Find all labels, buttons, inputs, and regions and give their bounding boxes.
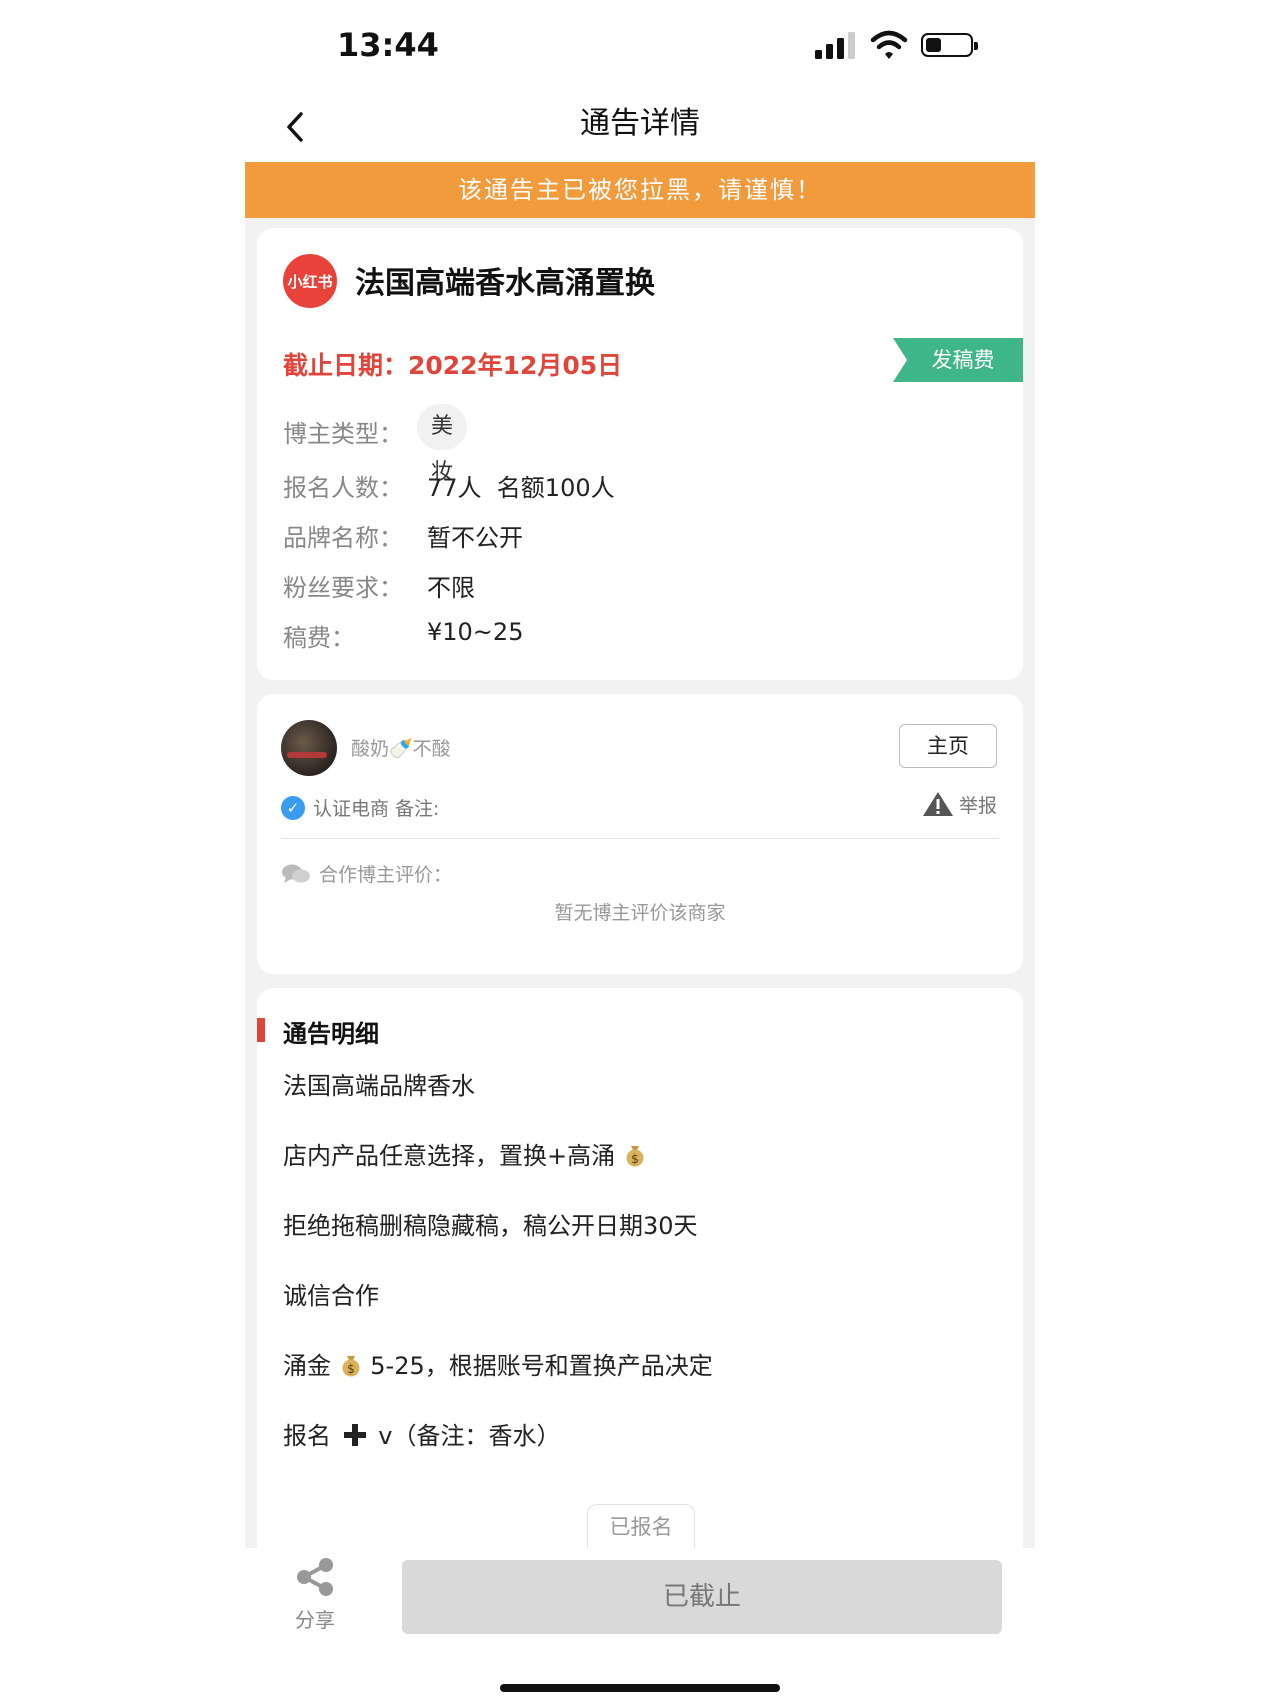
blacklist-warning-banner: 该通告主已被您拉黑，请谨慎！ xyxy=(245,162,1035,218)
section-accent-bar xyxy=(257,1018,265,1042)
detail-line-3: 拒绝拖稿删稿隐藏稿，稿公开日期30天 xyxy=(283,1212,698,1240)
brand-label: 品牌名称： xyxy=(283,524,403,552)
svg-text:$: $ xyxy=(347,1362,355,1376)
warning-triangle-icon xyxy=(922,792,953,816)
signal-icon xyxy=(815,32,855,59)
signup-count-value: 77人 名额100人 xyxy=(427,474,615,502)
signup-count-label: 报名人数： xyxy=(283,474,403,502)
share-icon xyxy=(297,1558,333,1596)
status-bar: 13:44 xyxy=(245,0,1035,92)
blogger-review-label: 合作博主评价： xyxy=(319,864,453,886)
chat-bubbles-icon xyxy=(282,864,310,883)
plus-icon xyxy=(343,1424,366,1446)
detail-line-6: 报名 v（备注：香水） xyxy=(283,1422,561,1450)
fans-requirement-value: 不限 xyxy=(427,574,475,602)
share-button[interactable]: 分享 xyxy=(285,1556,345,1633)
blogger-review-header: 合作博主评价： xyxy=(281,860,452,887)
fans-requirement-label: 粉丝要求： xyxy=(283,574,403,602)
brand-value: 暂不公开 xyxy=(427,524,523,552)
report-button[interactable]: 举报 xyxy=(921,790,997,818)
merchant-card: 酸奶🍼不酸 主页 ✓ 认证电商 备注: 举报 合作博主评价： 暂无博主评价该商家 xyxy=(257,694,1023,974)
blogger-type-label: 博主类型： xyxy=(283,420,403,448)
battery-icon xyxy=(921,33,978,57)
verified-text: 认证电商 备注: xyxy=(313,798,440,820)
report-label: 举报 xyxy=(958,794,997,817)
merchant-name: 酸奶🍼不酸 xyxy=(351,738,451,760)
back-chevron-icon xyxy=(287,112,303,142)
nav-bar: 通告详情 xyxy=(245,92,1035,162)
phone-screen: 13:44 通告详情 该通告主已被您拉黑，请谨慎！ 小红书 法国高端香水高涌置换… xyxy=(245,0,1035,1706)
share-label: 分享 xyxy=(295,1608,335,1632)
announcement-title: 法国高端香水高涌置换 xyxy=(355,266,655,301)
money-bag-icon: $ xyxy=(342,1356,360,1377)
svg-text:$: $ xyxy=(631,1152,639,1166)
fee-value: ¥10~25 xyxy=(427,618,524,646)
no-review-text: 暂无博主评价该商家 xyxy=(554,902,726,924)
blogger-type-tag: 美妆 xyxy=(417,404,468,485)
detail-line-2: 店内产品任意选择，置换+高涌 $ xyxy=(283,1136,647,1171)
verified-check-icon: ✓ xyxy=(281,795,305,820)
merchant-home-button[interactable]: 主页 xyxy=(899,724,997,768)
fee-ribbon-badge: 发稿费 xyxy=(893,338,1023,382)
closed-button[interactable]: 已截止 xyxy=(402,1560,1002,1634)
platform-logo: 小红书 xyxy=(283,254,337,308)
deadline-text: 截止日期：2022年12月05日 xyxy=(283,351,623,380)
home-indicator xyxy=(500,1684,780,1692)
status-time: 13:44 xyxy=(337,26,439,64)
bottom-action-bar: 分享 已截止 xyxy=(245,1548,1035,1706)
details-heading: 通告明细 xyxy=(283,1020,379,1048)
signed-up-tab[interactable]: 已报名 xyxy=(587,1504,695,1548)
wifi-icon xyxy=(870,30,908,59)
merchant-avatar[interactable] xyxy=(281,720,337,776)
page-title: 通告详情 xyxy=(580,106,700,141)
detail-line-1: 法国高端品牌香水 xyxy=(283,1072,475,1100)
back-button[interactable] xyxy=(275,102,315,152)
verified-merchant-row: ✓ 认证电商 备注: xyxy=(281,794,439,821)
details-card: 通告明细 法国高端品牌香水 店内产品任意选择，置换+高涌 $ 拒绝拖稿删稿隐藏稿… xyxy=(257,988,1023,1548)
fee-label: 稿费： xyxy=(283,624,355,652)
divider xyxy=(281,838,999,839)
detail-line-4: 诚信合作 xyxy=(283,1282,379,1310)
money-bag-icon: $ xyxy=(626,1146,644,1167)
detail-line-5: 涌金 $ 5-25，根据账号和置换产品决定 xyxy=(283,1352,713,1380)
announcement-card: 小红书 法国高端香水高涌置换 截止日期：2022年12月05日 发稿费 博主类型… xyxy=(257,228,1023,680)
